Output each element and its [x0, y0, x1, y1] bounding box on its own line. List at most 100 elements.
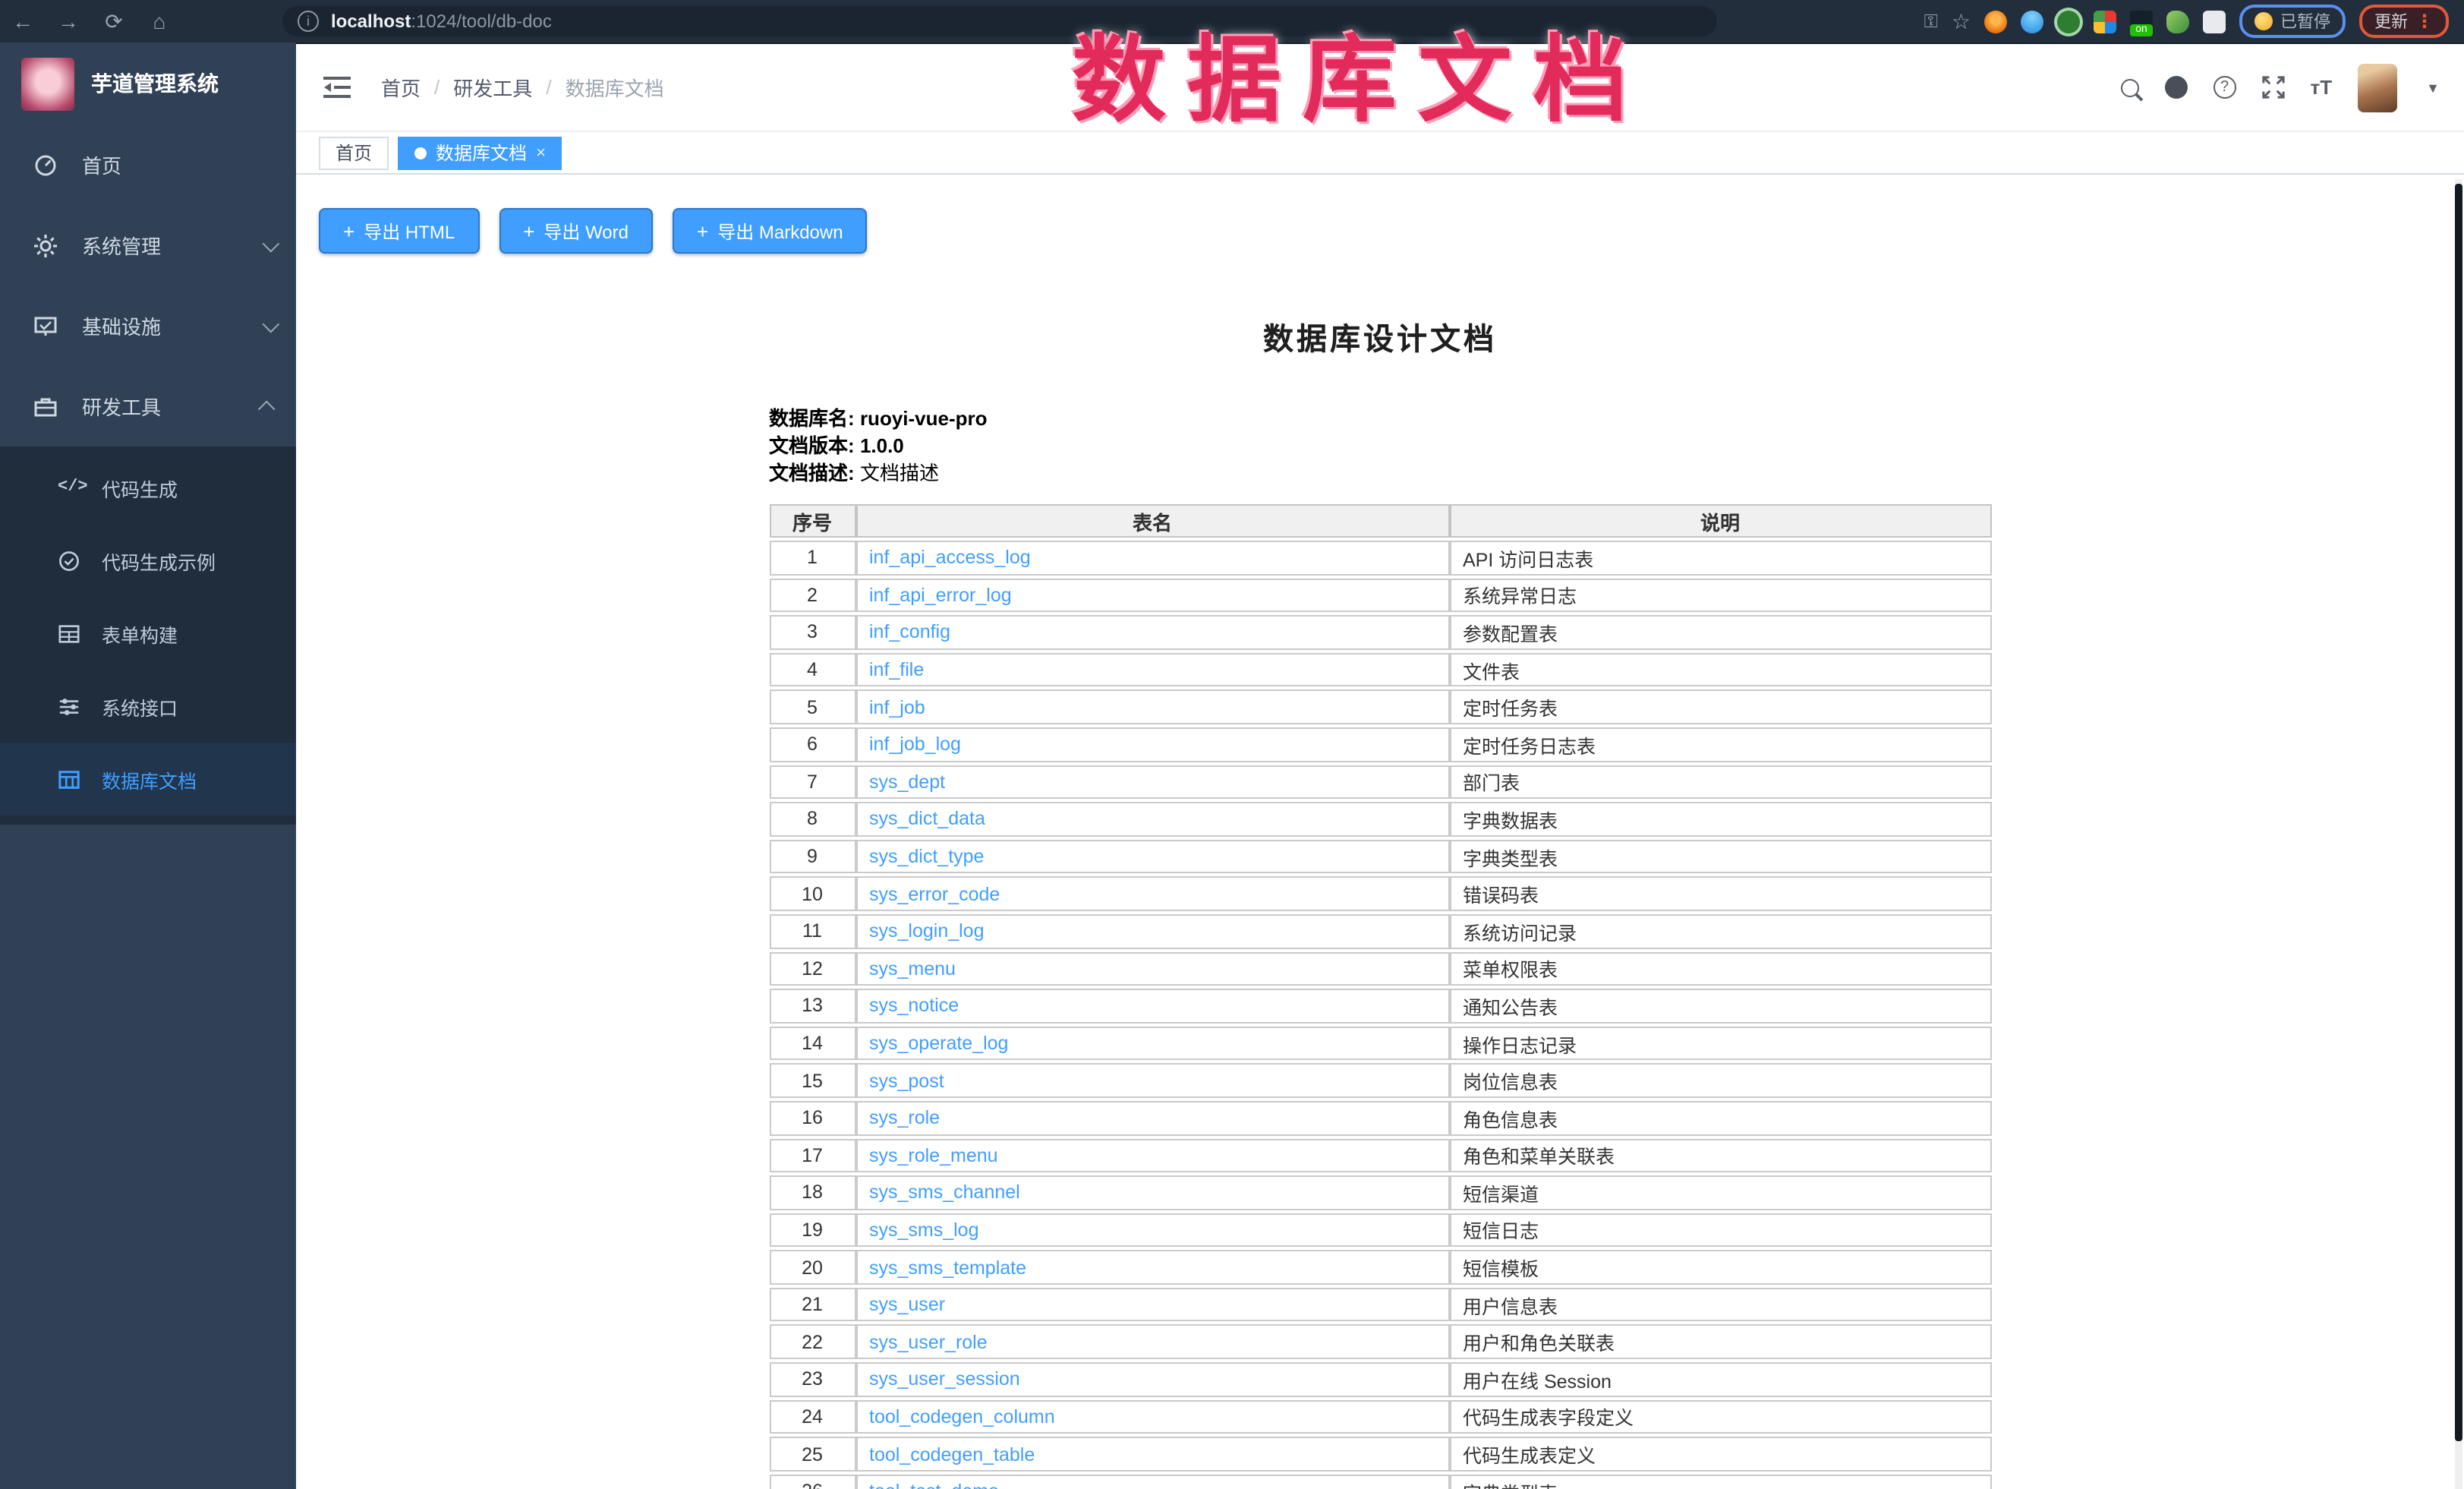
table-name-link[interactable]: inf_api_error_log: [869, 585, 1012, 606]
row-description: 用户和角色关联表: [1449, 1325, 1991, 1359]
row-index: 1: [769, 541, 855, 575]
row-table-name: sys_sms_log: [855, 1213, 1449, 1247]
fullscreen-icon[interactable]: [2262, 76, 2285, 99]
sidebar-item-system[interactable]: 系统管理: [0, 205, 296, 285]
close-icon[interactable]: ×: [536, 144, 546, 162]
on-badge-extension-icon[interactable]: [2130, 10, 2153, 33]
table-row: 17 sys_role_menu 角色和菜单关联表: [769, 1138, 1991, 1172]
table-name-link[interactable]: sys_sms_template: [869, 1257, 1026, 1278]
table-name-link[interactable]: sys_user_session: [869, 1369, 1020, 1390]
table-name-link[interactable]: inf_job_log: [869, 734, 961, 756]
table-name-link[interactable]: sys_post: [869, 1070, 944, 1091]
table-name-link[interactable]: sys_dict_data: [869, 809, 985, 830]
sidebar-item-home[interactable]: 首页: [0, 125, 296, 205]
table-name-link[interactable]: inf_job: [869, 696, 925, 718]
sidebar-collapse-icon[interactable]: [323, 76, 351, 99]
export-word-button[interactable]: + 导出 Word: [499, 208, 653, 254]
table-row: 19 sys_sms_log 短信日志: [769, 1213, 1991, 1247]
table-name-link[interactable]: sys_sms_log: [869, 1219, 979, 1241]
github-icon[interactable]: [2165, 76, 2188, 99]
row-table-name: sys_error_code: [855, 877, 1449, 911]
table-row: 10 sys_error_code 错误码表: [769, 877, 1991, 911]
row-table-name: sys_post: [855, 1064, 1449, 1098]
sidebar-item-codegen-example[interactable]: 代码生成示例: [0, 524, 296, 597]
table-name-link[interactable]: sys_menu: [869, 958, 956, 980]
table-name-link[interactable]: sys_operate_log: [869, 1033, 1008, 1054]
sidebar-item-db-doc[interactable]: 数据库文档: [0, 743, 296, 815]
table-name-link[interactable]: tool_codegen_column: [869, 1406, 1055, 1427]
sidebar-item-code-generation[interactable]: </> 代码生成: [0, 451, 296, 524]
sidebar-item-infrastructure[interactable]: 基础设施: [0, 285, 296, 366]
scrollbar-thumb[interactable]: [2455, 184, 2462, 1441]
table-name-link[interactable]: sys_dept: [869, 771, 945, 793]
row-description: 短信模板: [1449, 1251, 1991, 1285]
row-table-name: inf_config: [855, 615, 1449, 649]
breadcrumb-home[interactable]: 首页: [381, 73, 421, 102]
table-name-link[interactable]: sys_dict_type: [869, 846, 984, 867]
help-icon[interactable]: ?: [2214, 76, 2236, 99]
row-index: 24: [769, 1399, 855, 1434]
blue-drop-extension-icon[interactable]: [2021, 10, 2043, 33]
sliders-icon: [58, 695, 80, 718]
table-name-link[interactable]: sys_error_code: [869, 883, 1000, 904]
home-icon[interactable]: ⌂: [137, 0, 182, 43]
breadcrumb-dev-tools[interactable]: 研发工具: [453, 73, 532, 102]
plus-icon: +: [523, 219, 534, 242]
star-bookmark-icon[interactable]: ☆: [1952, 8, 1971, 34]
row-index: 11: [769, 914, 855, 948]
table-row: 7 sys_dept 部门表: [769, 765, 1991, 799]
active-dot-icon: [414, 147, 427, 159]
export-markdown-button[interactable]: + 导出 Markdown: [673, 208, 868, 254]
sidebar-item-dev-tools[interactable]: 研发工具: [0, 366, 296, 446]
page-header: 首页 / 研发工具 / 数据库文档 ? ᴛT ▼: [296, 44, 2464, 132]
row-description: 菜单权限表: [1449, 951, 1991, 986]
table-row: 25 tool_codegen_table 代码生成表定义: [769, 1437, 1991, 1472]
tab-db-doc[interactable]: 数据库文档 ×: [398, 136, 562, 169]
update-chip[interactable]: 更新 ⋮: [2359, 5, 2449, 38]
sidebar-item-system-api[interactable]: 系统接口: [0, 670, 296, 743]
reload-icon[interactable]: ⟳: [91, 0, 137, 43]
table-name-link[interactable]: sys_role: [869, 1107, 940, 1128]
table-name-link[interactable]: tool_codegen_table: [869, 1443, 1035, 1465]
color-grid-extension-icon[interactable]: [2094, 10, 2116, 33]
address-bar[interactable]: i localhost:1024/tool/db-doc: [282, 6, 1717, 36]
leaf-extension-icon[interactable]: [2166, 10, 2189, 33]
browser-toolbar: ← → ⟳ ⌂ i localhost:1024/tool/db-doc ⚿ ☆…: [0, 0, 2464, 44]
sidebar-item-label: 首页: [82, 150, 121, 179]
export-html-button[interactable]: + 导出 HTML: [319, 208, 479, 254]
key-icon[interactable]: ⚿: [1924, 10, 1938, 33]
sidebar-item-form-builder[interactable]: 表单构建: [0, 597, 296, 670]
green-check-extension-icon[interactable]: [2057, 10, 2080, 33]
row-table-name: tool_codegen_table: [855, 1437, 1449, 1472]
paused-chip[interactable]: 已暂停: [2239, 5, 2346, 38]
table-name-link[interactable]: sys_role_menu: [869, 1145, 998, 1166]
avatar[interactable]: [2358, 63, 2397, 112]
orange-extension-icon[interactable]: [1984, 10, 2007, 33]
back-icon[interactable]: ←: [0, 0, 46, 43]
table-name-link[interactable]: sys_user_role: [869, 1332, 988, 1353]
table-row: 5 inf_job 定时任务表: [769, 690, 1991, 724]
forward-icon[interactable]: →: [46, 0, 91, 43]
table-name-link[interactable]: tool_test_demo: [869, 1481, 999, 1489]
row-table-name: sys_user_role: [855, 1325, 1449, 1359]
row-table-name: sys_dept: [855, 765, 1449, 799]
db-table: 序号 表名 说明 1 inf_api_access_log API 访问日志表: [769, 501, 1991, 1489]
puzzle-extension-icon[interactable]: [2203, 10, 2226, 33]
info-icon[interactable]: i: [298, 11, 319, 32]
search-icon[interactable]: [2121, 78, 2139, 96]
gear-icon: [33, 233, 58, 257]
browser-menu-dots-icon[interactable]: ⋮: [2415, 11, 2434, 32]
table-name-link[interactable]: inf_file: [869, 659, 924, 680]
monitor-icon: [33, 314, 58, 338]
scrollbar-track[interactable]: [2455, 179, 2462, 1489]
tab-home[interactable]: 首页: [319, 136, 389, 169]
table-name-link[interactable]: sys_sms_channel: [869, 1182, 1020, 1204]
chevron-down-icon[interactable]: ▼: [2426, 80, 2440, 95]
font-size-icon[interactable]: ᴛT: [2311, 76, 2333, 99]
table-name-link[interactable]: sys_notice: [869, 995, 959, 1017]
table-name-link[interactable]: sys_login_log: [869, 920, 985, 942]
table-row: 18 sys_sms_channel 短信渠道: [769, 1175, 1991, 1210]
table-name-link[interactable]: inf_config: [869, 622, 950, 643]
table-name-link[interactable]: inf_api_access_log: [869, 547, 1031, 569]
table-name-link[interactable]: sys_user: [869, 1294, 945, 1315]
